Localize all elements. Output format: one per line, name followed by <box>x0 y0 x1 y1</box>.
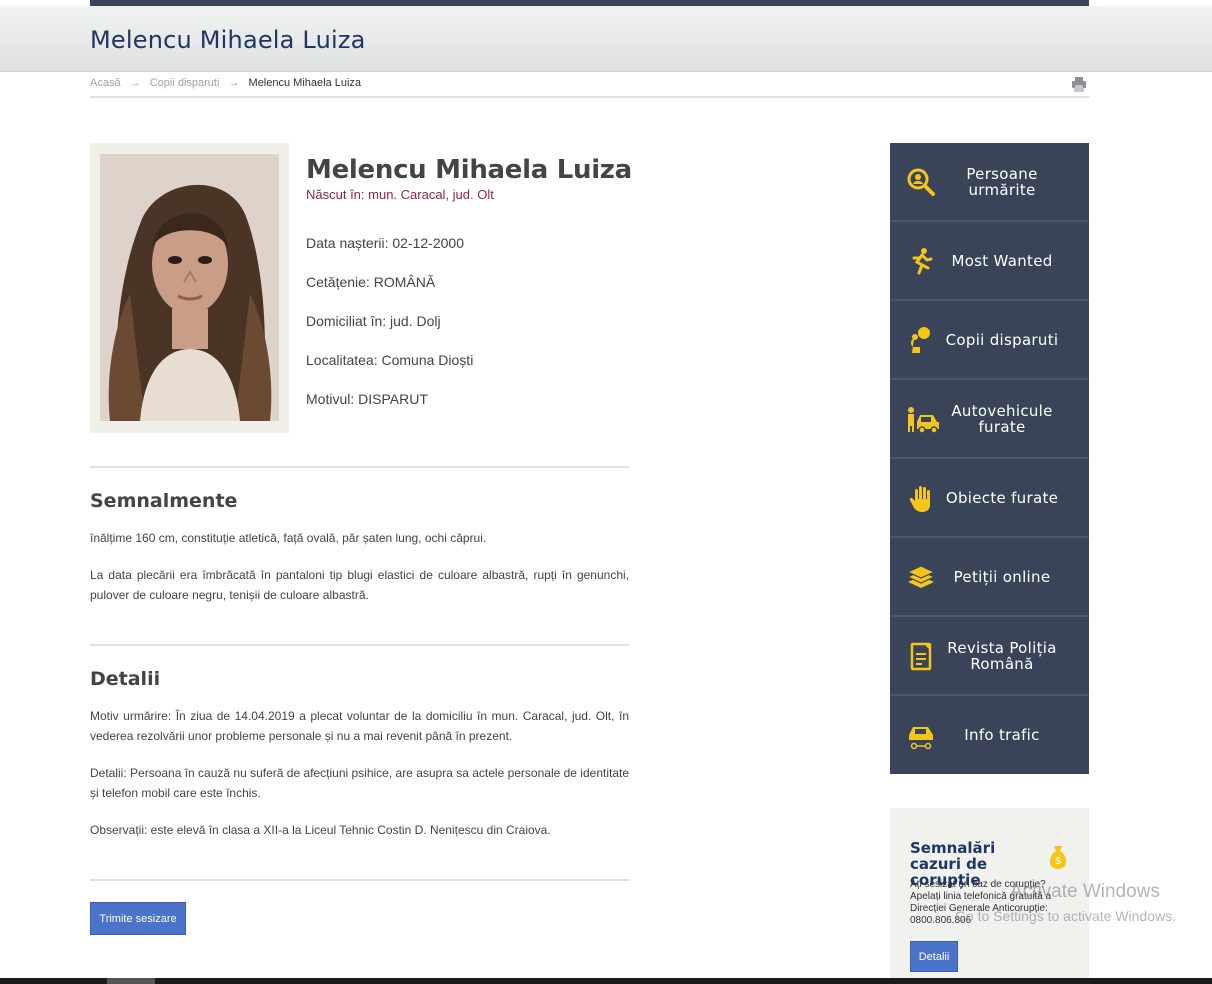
details-button[interactable]: Detalii <box>910 941 958 972</box>
magazine-icon <box>910 642 932 671</box>
breadcrumb-separator: → <box>129 77 141 89</box>
detalii-text-2: Detalii: Persoana în cauză nu suferă de … <box>90 766 630 800</box>
person-photo-illustration <box>100 154 279 421</box>
divider <box>90 644 629 646</box>
divider <box>90 466 629 468</box>
breadcrumb: Acasă → Copii disparuti → Melencu Mihael… <box>90 77 1089 98</box>
sidebar-item-label: Persoane urmărite <box>966 165 1038 199</box>
page-title: Melencu Mihaela Luiza <box>90 26 366 54</box>
taskbar <box>0 978 1212 984</box>
activate-windows-hint: Go to Settings to activate Windows. <box>955 908 1176 924</box>
hand-icon <box>909 486 930 512</box>
breadcrumb-separator: → <box>228 77 240 89</box>
traffic-car-icon <box>909 727 933 750</box>
breadcrumb-current: Melencu Mihaela Luiza <box>248 77 362 89</box>
sidebar-item-autovehicule-furate[interactable]: Autovehicule furate <box>890 380 1089 459</box>
citizenship: Cetățenie: ROMÂNĂ <box>306 274 436 290</box>
sidebar-item-copii-disparuti[interactable]: Copii disparuti <box>890 301 1089 380</box>
sidebar-item-obiecte-furate[interactable]: Obiecte furate <box>890 459 1089 538</box>
divider <box>90 879 629 881</box>
sidebar-item-label: Most Wanted <box>951 252 1053 270</box>
sidebar-item-most-wanted[interactable]: Most Wanted <box>890 222 1089 301</box>
residence: Domiciliat în: jud. Dolj <box>306 313 441 329</box>
running-person-icon <box>912 248 933 275</box>
detalii-text-3: Observații: este elevă în clasa a XII-a … <box>90 823 551 837</box>
breadcrumb-home[interactable]: Acasă <box>90 77 121 89</box>
breadcrumb-copii-disparuti[interactable]: Copii disparuti <box>150 77 220 89</box>
header-band: Melencu Mihaela Luiza <box>0 6 1212 72</box>
photo-frame <box>90 143 289 433</box>
print-icon[interactable] <box>1071 76 1087 92</box>
detalii-text-1: Motiv urmărire: În ziua de 14.04.2019 a … <box>90 709 629 743</box>
person-name: Melencu Mihaela Luiza <box>306 155 632 185</box>
sidebar-item-label: Copii disparuti <box>945 331 1059 349</box>
semnalmente-text-2: La data plecării era îmbrăcată în pantal… <box>90 568 629 602</box>
submit-report-button[interactable]: Trimite sesizare <box>90 902 186 935</box>
child-icon <box>911 327 930 353</box>
search-person-icon <box>907 168 935 196</box>
sidebar-item-label: Autovehicule furate <box>951 402 1053 436</box>
taskbar-tab[interactable] <box>107 978 155 984</box>
semnalmente-text-1: înălțime 160 cm, constituție atletică, f… <box>90 531 487 545</box>
sidebar-item-petitii-online[interactable]: Petiții online <box>890 538 1089 617</box>
sidebar-item-label: Petiții online <box>953 568 1051 586</box>
sidebar-item-label: Info trafic <box>964 726 1040 744</box>
reason: Motivul: DISPARUT <box>306 391 428 407</box>
svg-text:$: $ <box>1055 856 1061 867</box>
birth-date: Data nașterii: 02-12-2000 <box>306 235 464 251</box>
money-bag-icon: $ <box>1049 846 1067 869</box>
sidebar-item-label: Obiecte furate <box>945 489 1059 507</box>
papers-icon <box>906 565 936 588</box>
car-thief-icon <box>908 407 939 434</box>
locality: Localitatea: Comuna Dioști <box>306 352 474 368</box>
sidebar-item-revista-politia-romana[interactable]: Revista Poliția Română <box>890 617 1089 696</box>
section-title-detalii: Detalii <box>90 668 161 690</box>
birthplace: Născut în: mun. Caracal, jud. Olt <box>306 187 494 202</box>
activate-windows-watermark: Activate Windows <box>1010 881 1160 902</box>
sidebar-item-persoane-urmarite[interactable]: Persoane urmărite <box>890 143 1089 222</box>
section-title-semnalmente: Semnalmente <box>90 490 238 512</box>
person-photo <box>100 154 279 421</box>
sidebar-item-info-trafic[interactable]: Info trafic <box>890 696 1089 775</box>
sidebar-item-label: Revista Poliția Română <box>947 639 1057 673</box>
sidebar-menu: Persoane urmărite Most Wanted Copii disp… <box>890 143 1089 774</box>
